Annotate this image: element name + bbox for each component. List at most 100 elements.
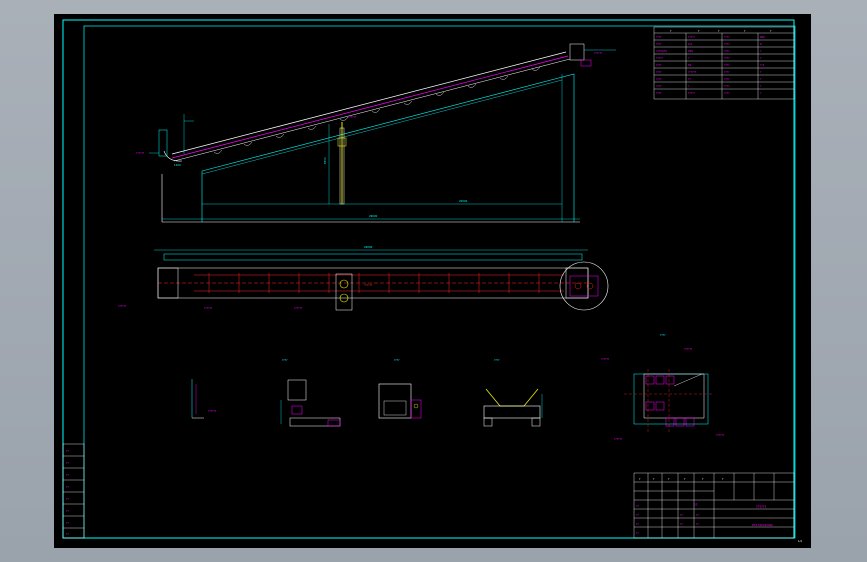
title-head-0: ? bbox=[639, 477, 641, 481]
tech-r5-c3: 7.5 bbox=[760, 63, 764, 67]
title-head-5: ? bbox=[722, 477, 724, 481]
left-row-5: ?? bbox=[66, 509, 69, 513]
left-row-1: ?? bbox=[66, 461, 69, 465]
title-head-4: ? bbox=[702, 477, 704, 481]
left-row-4: ?? bbox=[66, 497, 69, 501]
tech-r3-c0: ????(t/h) bbox=[656, 49, 667, 53]
tech-r4-c0: ????? bbox=[656, 56, 664, 60]
dim-span-length: 20000 bbox=[459, 199, 468, 203]
tech-r3-c2: ???? bbox=[724, 49, 730, 53]
title-cell-4: ?? bbox=[680, 513, 683, 517]
dim-total-length: 26000 bbox=[369, 214, 378, 218]
plan-dim: 26000 bbox=[364, 245, 373, 249]
dim-height: 6500 bbox=[323, 157, 327, 164]
plan-callout: ?????? bbox=[364, 283, 373, 287]
tech-r7-c0: ???? bbox=[656, 77, 662, 81]
detail-note-2: ?????? bbox=[684, 347, 693, 351]
tech-r4-c1: ? bbox=[688, 56, 690, 60]
tech-r1-c1: ????? bbox=[688, 35, 696, 39]
plan-tail-note: ?????? bbox=[118, 304, 127, 308]
tech-r9-c3: ? bbox=[760, 91, 762, 95]
tech-r5-c0: ???? bbox=[656, 63, 662, 67]
tech-r5-c2: ???? bbox=[724, 63, 730, 67]
title-drawing-name: ?????? bbox=[756, 505, 766, 509]
title-cell-3: ?? bbox=[636, 531, 639, 535]
view-a-note: ?????? bbox=[208, 409, 217, 413]
plan-view bbox=[154, 249, 609, 311]
detail-note-3: ?????? bbox=[614, 437, 623, 441]
title-block-text: ? ? ? ? ? ? ?? ?? ?? ?? ?? ?? ?? ?? ?? ?… bbox=[636, 477, 773, 535]
tech-head-4: ? bbox=[770, 29, 772, 33]
view-b-title: ???? bbox=[282, 358, 288, 362]
left-row-6: ?? bbox=[66, 521, 69, 525]
sheet-number: 1/1 bbox=[798, 539, 803, 543]
detail-title: ???? bbox=[660, 333, 666, 337]
tech-r3-c3: ? bbox=[760, 49, 762, 53]
tech-r8-c1: ? bbox=[688, 84, 690, 88]
title-head-3: ? bbox=[684, 477, 686, 481]
view-c-title: ???? bbox=[394, 358, 400, 362]
tech-r1-c2: ???? bbox=[724, 35, 730, 39]
plan-note-2: ?????? bbox=[294, 306, 303, 310]
tech-r8-c3: ? bbox=[760, 84, 762, 88]
left-row-0: ?? bbox=[66, 449, 69, 453]
tech-r7-c1: ?? bbox=[688, 77, 691, 81]
tech-r6-c2: ???? bbox=[724, 70, 730, 74]
tech-r9-c2: ???? bbox=[724, 91, 730, 95]
tech-r9-c0: ???? bbox=[656, 91, 662, 95]
tech-r7-c3: ? bbox=[760, 77, 762, 81]
drawing-sheet: 26000 20000 6500 1200 ?????? ?????? ????… bbox=[54, 14, 811, 548]
title-head-2: ? bbox=[668, 477, 670, 481]
tech-r3-c1: 200 bbox=[688, 49, 693, 53]
tech-head-3: ? bbox=[744, 29, 746, 33]
detail-views bbox=[191, 379, 543, 427]
title-head-1: ? bbox=[653, 477, 655, 481]
title-cell-1: ?? bbox=[636, 513, 639, 517]
detail-note-4: ?????? bbox=[716, 433, 725, 437]
tech-head-0: ? bbox=[670, 29, 672, 33]
tech-table-text: ? ? ? ? ? ???? ????? ???? 800 ???? 2.0 ?… bbox=[656, 29, 772, 95]
tail-callout: ?????? bbox=[136, 151, 145, 155]
detail-note-1: ?????? bbox=[601, 357, 610, 361]
inner-frame bbox=[83, 25, 796, 539]
cad-viewport[interactable]: 26000 20000 6500 1200 ?????? ?????? ????… bbox=[0, 0, 867, 562]
tech-head-1: ? bbox=[698, 29, 700, 33]
left-row-3: ?? bbox=[66, 485, 69, 489]
title-cell-6: ?? bbox=[696, 513, 699, 517]
title-block bbox=[633, 472, 795, 539]
outer-frame bbox=[62, 19, 795, 539]
dim-tail: 1200 bbox=[174, 163, 181, 167]
title-cell-0: ?? bbox=[636, 504, 639, 508]
left-row-2: ?? bbox=[66, 473, 69, 477]
tech-r6-c3: ? bbox=[760, 70, 762, 74]
plan-note-1: ?????? bbox=[204, 306, 213, 310]
tech-r6-c0: ???? bbox=[656, 70, 662, 74]
tech-r2-c0: ???? bbox=[656, 42, 662, 46]
tech-r6-c1: ?????? bbox=[688, 70, 697, 74]
tech-r8-c0: ???? bbox=[656, 84, 662, 88]
tech-r7-c2: ???? bbox=[724, 77, 730, 81]
tech-r2-c1: 2.0 bbox=[688, 42, 692, 46]
left-row-7: ?? bbox=[66, 532, 69, 536]
title-cell-2: ?? bbox=[636, 522, 639, 526]
drawing-canvas: 26000 20000 6500 1200 ?????? ?????? ????… bbox=[62, 19, 803, 543]
title-drawing-code: DTII 500X20000 bbox=[752, 523, 773, 527]
left-block-text: ?? ?? ?? ?? ?? ?? ?? ?? bbox=[66, 449, 69, 536]
title-cell-5: ?? bbox=[680, 522, 683, 526]
tech-r2-c2: ???? bbox=[724, 42, 730, 46]
detail-assembly bbox=[624, 369, 714, 434]
title-cell-7: ?? bbox=[696, 522, 699, 526]
mid-callout: ?????? bbox=[348, 115, 357, 119]
side-elevation bbox=[149, 43, 616, 223]
view-d-title: ???? bbox=[494, 358, 500, 362]
tech-r5-c1: 50 bbox=[688, 63, 692, 67]
title-company: ?? bbox=[694, 503, 698, 507]
tech-r9-c1: ????? bbox=[688, 91, 696, 95]
tech-r1-c3: 800 bbox=[760, 35, 765, 39]
tech-head-2: ? bbox=[718, 29, 720, 33]
tech-r2-c3: 8 bbox=[760, 42, 762, 46]
tech-r4-c2: ???? bbox=[724, 56, 730, 60]
tech-r8-c2: ???? bbox=[724, 84, 730, 88]
tech-r4-c3: ? bbox=[760, 56, 762, 60]
head-callout: ?????? bbox=[594, 51, 603, 55]
